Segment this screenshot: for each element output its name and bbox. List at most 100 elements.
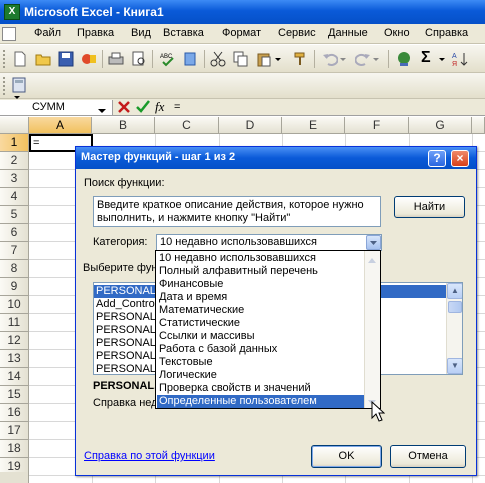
function-list-item[interactable]: PERSONAL. (96, 285, 159, 298)
hyperlink-icon[interactable] (396, 51, 412, 67)
function-list-item[interactable]: PERSONAL. (96, 324, 159, 337)
column-header-c[interactable]: C (155, 117, 219, 134)
spelling-icon[interactable]: ABC (160, 51, 176, 67)
row-header-15[interactable]: 15 (0, 386, 29, 404)
dialog-titlebar[interactable]: Мастер функций - шаг 1 из 2 ? × (76, 147, 476, 169)
column-header-f[interactable]: F (345, 117, 409, 134)
paste-icon[interactable] (256, 51, 272, 67)
ok-button[interactable]: OK (311, 445, 382, 468)
function-list-scrollbar[interactable]: ▲ ▼ (446, 283, 462, 374)
row-header-1[interactable]: 1 (0, 134, 29, 152)
function-list-item[interactable]: PERSONAL. (96, 311, 159, 324)
category-option[interactable]: Логические (157, 369, 364, 382)
column-header-e[interactable]: E (282, 117, 345, 134)
dialog-help-button[interactable]: ? (428, 150, 446, 167)
row-header-17[interactable]: 17 (0, 422, 29, 440)
print-preview-icon[interactable] (131, 51, 147, 67)
row-header-13[interactable]: 13 (0, 350, 29, 368)
row-header-5[interactable]: 5 (0, 206, 29, 224)
print-icon[interactable] (108, 51, 124, 67)
function-list-item[interactable]: Add_Contro (96, 298, 155, 311)
permission-icon[interactable] (81, 51, 97, 67)
row-header-4[interactable]: 4 (0, 188, 29, 206)
function-list-item[interactable]: PERSONAL. (96, 337, 159, 350)
menu-view[interactable]: Вид (131, 27, 151, 39)
toolbar-options-icon[interactable] (12, 92, 22, 99)
function-list-item[interactable]: PERSONAL. (96, 350, 159, 363)
scroll-thumb[interactable] (448, 301, 462, 313)
category-option[interactable]: Математические (157, 304, 364, 317)
row-header-7[interactable]: 7 (0, 242, 29, 260)
menu-edit[interactable]: Правка (77, 27, 114, 39)
scroll-down-icon[interactable]: ▼ (447, 358, 462, 374)
row-header-6[interactable]: 6 (0, 224, 29, 242)
new-icon[interactable] (12, 51, 28, 67)
name-box-dropdown-icon[interactable] (98, 105, 106, 113)
window-titlebar[interactable]: X Microsoft Excel - Книга1 (0, 0, 485, 24)
find-button[interactable]: Найти (394, 196, 465, 218)
undo-icon[interactable] (322, 51, 339, 67)
document-icon[interactable] (2, 27, 16, 41)
menu-window[interactable]: Окно (384, 27, 410, 39)
function-list-item[interactable]: PERSONAL. (96, 363, 159, 374)
formula-content[interactable]: = (174, 101, 180, 113)
category-option[interactable]: Статистические (157, 317, 364, 330)
category-option[interactable]: Текстовые (157, 356, 364, 369)
row-header-11[interactable]: 11 (0, 314, 29, 332)
category-option[interactable]: 10 недавно использовавшихся (157, 252, 364, 265)
column-header-d[interactable]: D (219, 117, 282, 134)
menu-insert[interactable]: Вставка (163, 27, 204, 39)
search-input[interactable]: Введите краткое описание действия, котор… (93, 196, 381, 227)
undo-dropdown-icon[interactable] (339, 51, 347, 67)
column-header-b[interactable]: B (92, 117, 155, 134)
category-dropdown-button[interactable] (366, 235, 381, 250)
open-icon[interactable] (35, 51, 51, 67)
help-on-function-link[interactable]: Справка по этой функции (84, 450, 215, 462)
category-dropdown-list[interactable]: 10 недавно использовавшихся Полный алфави… (155, 250, 381, 409)
menu-help[interactable]: Справка (425, 27, 468, 39)
category-option[interactable]: Финансовые (157, 278, 364, 291)
scroll-up-icon[interactable] (368, 254, 376, 263)
menu-format[interactable]: Формат (222, 27, 261, 39)
paste-dropdown-icon[interactable] (274, 51, 282, 67)
enter-entry-icon[interactable] (136, 100, 150, 114)
format-painter-icon[interactable] (292, 51, 308, 67)
category-option[interactable]: Полный алфавитный перечень (157, 265, 364, 278)
copy-icon[interactable] (233, 51, 249, 67)
menu-tools[interactable]: Сервис (278, 27, 316, 39)
category-option[interactable]: Работа с базой данных (157, 343, 364, 356)
cut-icon[interactable] (210, 51, 226, 67)
cancel-button[interactable]: Отмена (390, 445, 466, 468)
row-header-10[interactable]: 10 (0, 296, 29, 314)
category-option[interactable]: Проверка свойств и значений (157, 382, 364, 395)
autosum-dropdown-icon[interactable] (438, 51, 446, 67)
insert-function-icon[interactable]: fx (155, 99, 164, 115)
sort-ascending-icon[interactable]: AЯ (452, 51, 468, 68)
redo-icon[interactable] (354, 51, 371, 67)
scroll-up-icon[interactable]: ▲ (447, 283, 462, 299)
research-icon[interactable] (183, 51, 199, 67)
calculator-icon[interactable] (11, 77, 27, 93)
category-list-scrollbar[interactable] (364, 251, 380, 408)
category-option[interactable]: Ссылки и массивы (157, 330, 364, 343)
category-option[interactable]: Определенные пользователем (157, 395, 364, 408)
category-select[interactable]: 10 недавно использовавшихся (156, 234, 382, 251)
row-header-14[interactable]: 14 (0, 368, 29, 386)
menu-file[interactable]: Файл (34, 27, 61, 39)
toolbar-grip[interactable] (3, 50, 6, 68)
column-header-g[interactable]: G (409, 117, 472, 134)
row-header-9[interactable]: 9 (0, 278, 29, 296)
row-header-8[interactable]: 8 (0, 260, 29, 278)
save-icon[interactable] (58, 51, 74, 67)
row-header-12[interactable]: 12 (0, 332, 29, 350)
toolbar-grip[interactable] (3, 77, 6, 95)
row-header-16[interactable]: 16 (0, 404, 29, 422)
redo-dropdown-icon[interactable] (372, 51, 380, 67)
column-header-a[interactable]: A (29, 117, 92, 134)
autosum-icon[interactable]: Σ (421, 50, 437, 66)
dialog-close-button[interactable]: × (451, 150, 469, 167)
name-box[interactable]: СУММ (0, 100, 113, 115)
row-header-18[interactable]: 18 (0, 440, 29, 458)
menu-data[interactable]: Данные (328, 27, 368, 39)
cancel-entry-icon[interactable] (117, 100, 131, 114)
